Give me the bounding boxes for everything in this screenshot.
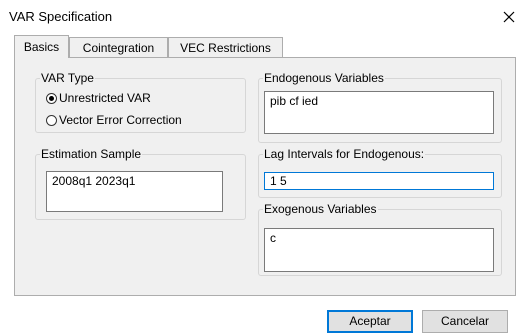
tab-label: Cointegration — [82, 41, 155, 55]
estimation-sample-legend: Estimation Sample — [41, 147, 142, 161]
tab-basics[interactable]: Basics — [14, 35, 69, 58]
lag-intervals-field[interactable]: 1 5 — [264, 172, 494, 190]
tab-vec-restrictions[interactable]: VEC Restrictions — [168, 37, 283, 57]
estimation-sample-field[interactable]: 2008q1 2023q1 — [46, 171, 223, 212]
dialog-title: VAR Specification — [9, 9, 113, 24]
basics-panel: VAR Type Unrestricted VAR Vector Error C… — [14, 57, 516, 296]
lag-intervals-legend: Lag Intervals for Endogenous: — [264, 147, 425, 161]
radio-checked-icon — [46, 93, 57, 104]
tab-label: Basics — [23, 40, 60, 54]
radio-vector-error-correction[interactable]: Vector Error Correction — [46, 113, 182, 127]
cancel-button[interactable]: Cancelar — [422, 310, 508, 333]
tab-cointegration[interactable]: Cointegration — [69, 37, 168, 57]
endogenous-legend: Endogenous Variables — [264, 71, 384, 85]
radio-label: Vector Error Correction — [59, 113, 182, 127]
var-type-legend: VAR Type — [41, 71, 94, 85]
close-icon[interactable] — [501, 9, 517, 25]
ok-button[interactable]: Aceptar — [327, 310, 413, 333]
exogenous-legend: Exogenous Variables — [264, 202, 377, 216]
radio-unrestricted-var[interactable]: Unrestricted VAR — [46, 91, 151, 105]
radio-label: Unrestricted VAR — [59, 91, 151, 105]
endogenous-field[interactable]: pib cf ied — [264, 91, 494, 134]
radio-unchecked-icon — [46, 115, 57, 126]
tab-label: VEC Restrictions — [180, 41, 271, 55]
exogenous-field[interactable]: c — [264, 228, 494, 272]
